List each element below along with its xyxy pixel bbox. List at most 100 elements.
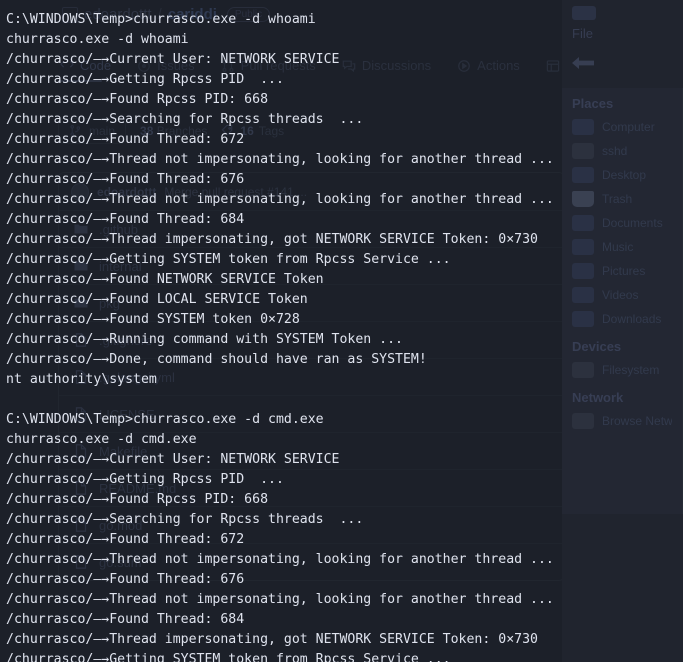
folder-icon <box>73 295 89 311</box>
places-item-downloads[interactable]: Downloads <box>562 307 682 331</box>
home-folder-icon <box>572 143 594 159</box>
table-icon <box>546 59 560 73</box>
file-row[interactable]: LICENSE <box>59 395 564 432</box>
file-manager-topbar: File <box>562 0 683 89</box>
pictures-icon <box>572 263 594 279</box>
file-icon <box>73 406 89 422</box>
tab-pull-requests-label: Pull requests <box>240 58 316 73</box>
commit-message[interactable]: Merge pull request #141 ... <box>164 185 307 199</box>
folder-icon <box>73 221 89 237</box>
file-name: Makefile <box>99 443 148 459</box>
folder-icon <box>73 258 89 274</box>
tab-pull-requests[interactable]: Pull requests <box>221 58 316 73</box>
places-item-label: Music <box>602 240 634 254</box>
branches-count: 38 <box>140 124 154 138</box>
repo-breadcrumb: edoardottt / cariddi Public <box>62 6 271 23</box>
tab-code[interactable]: Code <box>60 58 111 73</box>
file-name: README.md <box>99 480 177 496</box>
places-item-documents[interactable]: Documents <box>562 211 682 235</box>
places-item-label: Videos <box>602 288 639 302</box>
git-branch-icon <box>69 124 83 138</box>
network-icon <box>572 413 594 429</box>
code-icon <box>60 59 74 73</box>
places-item-home[interactable]: sshd <box>562 139 682 163</box>
devices-item-filesystem[interactable]: Filesystem <box>562 358 682 382</box>
music-icon <box>572 239 594 255</box>
commit-author[interactable]: edoardottt <box>97 185 156 199</box>
file-row[interactable]: go.mod <box>59 506 564 543</box>
section-title-devices: Devices <box>572 339 622 354</box>
tags-count: 16 <box>240 124 254 138</box>
disk-icon <box>572 362 594 378</box>
file-icon <box>73 517 89 533</box>
places-item-label: Desktop <box>602 168 647 182</box>
repo-name[interactable]: cariddi <box>168 6 217 23</box>
tab-actions[interactable]: Actions <box>457 58 520 73</box>
branch-name: main <box>89 124 116 138</box>
tags-counter[interactable]: 16 Tags <box>221 124 284 138</box>
file-row[interactable]: README.md <box>59 469 564 506</box>
devices-item-label: Filesystem <box>602 363 660 377</box>
tab-issues[interactable]: Issues <box>137 58 195 73</box>
branches-label: Branches <box>156 124 208 138</box>
file-row[interactable]: go.sum <box>59 543 564 580</box>
places-item-label: sshd <box>602 144 628 158</box>
section-title-places: Places <box>572 96 614 111</box>
comment-discussion-icon <box>342 59 356 73</box>
tab-discussions[interactable]: Discussions <box>342 58 431 73</box>
network-item-label: Browse Network <box>602 414 672 428</box>
file-manager-tab[interactable] <box>572 6 596 20</box>
tab-issues-label: Issues <box>157 58 195 73</box>
network-item-browse[interactable]: Browse Network <box>562 409 682 433</box>
branches-counter[interactable]: 38 Branches <box>140 124 207 138</box>
active-tab-underline <box>58 80 102 82</box>
file-manager-places-panel[interactable]: Places Computer sshd Desktop Trash Docum… <box>562 88 683 514</box>
file-row[interactable]: Makefile <box>59 432 564 469</box>
tab-projects[interactable] <box>546 59 560 73</box>
file-icon <box>73 480 89 496</box>
git-pull-request-icon <box>221 59 235 73</box>
tags-label: Tags <box>258 124 285 138</box>
branch-selector[interactable]: main <box>58 118 127 144</box>
places-item-computer[interactable]: Computer <box>562 115 682 139</box>
menu-file[interactable]: File <box>572 26 593 41</box>
repo-owner[interactable]: edoardottt <box>84 6 152 23</box>
places-item-trash[interactable]: Trash <box>562 187 682 211</box>
places-item-videos[interactable]: Videos <box>562 283 682 307</box>
places-item-desktop[interactable]: Desktop <box>562 163 682 187</box>
file-name: LICENSE <box>99 406 155 422</box>
repo-nav: Code Issues Pull requests Discussions Ac… <box>60 58 560 73</box>
places-item-label: Downloads <box>602 312 662 326</box>
trash-icon <box>572 191 594 207</box>
tab-discussions-label: Discussions <box>361 58 432 73</box>
issue-opened-icon <box>137 59 151 73</box>
videos-icon <box>572 287 594 303</box>
file-name: go.sum <box>99 554 142 570</box>
avatar <box>71 182 89 201</box>
repo-icon <box>62 6 78 23</box>
file-list: .github internal pkg .gitignore .golangc… <box>58 210 565 581</box>
arrow-left-icon[interactable] <box>570 56 596 70</box>
file-row[interactable]: .github <box>59 210 564 247</box>
desktop-icon <box>572 167 594 183</box>
repo-separator: / <box>157 6 162 23</box>
file-row[interactable]: .golangci.yml <box>59 358 564 395</box>
repo-visibility-badge: Public <box>226 7 271 22</box>
places-item-label: Pictures <box>602 264 646 278</box>
places-item-pictures[interactable]: Pictures <box>562 259 682 283</box>
file-row[interactable]: pkg <box>59 284 564 321</box>
computer-icon <box>572 119 594 135</box>
file-name: pkg <box>99 295 120 311</box>
file-name: .golangci.yml <box>99 369 175 385</box>
tab-actions-label: Actions <box>477 58 520 73</box>
file-row[interactable]: .gitignore <box>59 321 564 358</box>
play-icon <box>457 59 471 73</box>
file-name: .gitignore <box>99 332 153 348</box>
places-item-music[interactable]: Music <box>562 235 682 259</box>
screen: edoardottt / cariddi Public Code Issues <box>0 0 683 662</box>
documents-icon <box>572 215 594 231</box>
file-icon <box>73 443 89 459</box>
downloads-icon <box>572 311 594 327</box>
file-row[interactable]: internal <box>59 247 564 284</box>
file-icon <box>73 554 89 570</box>
